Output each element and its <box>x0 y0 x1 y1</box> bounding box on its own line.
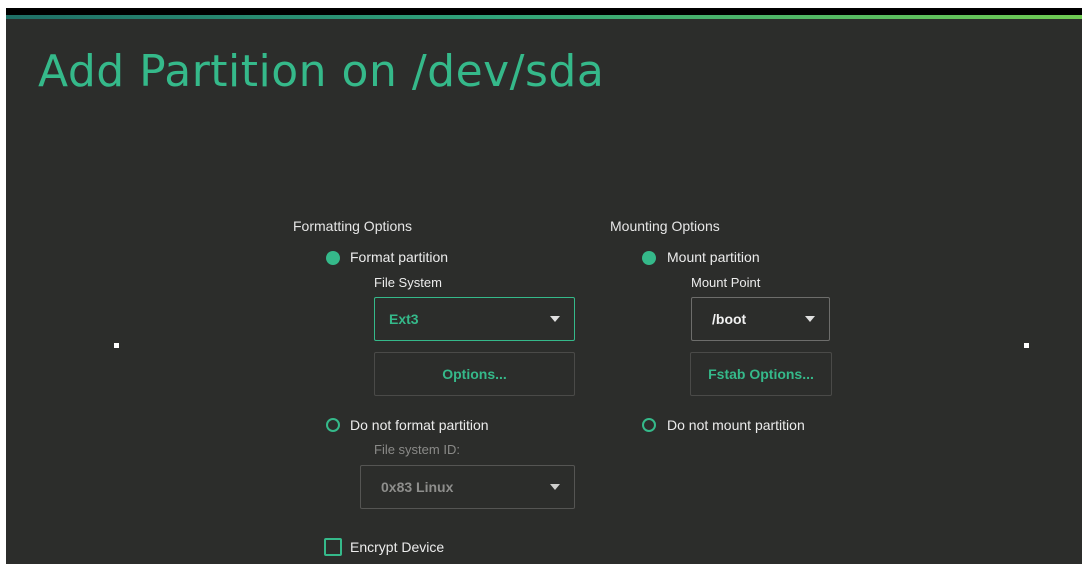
encrypt-device-label[interactable]: Encrypt Device <box>350 539 444 555</box>
mount-partition-label[interactable]: Mount partition <box>667 249 760 265</box>
page-title: Add Partition on /dev/sda <box>38 46 605 97</box>
file-system-id-select: 0x83 Linux <box>360 465 575 509</box>
installer-window: Add Partition on /dev/sda Formatting Opt… <box>6 8 1082 564</box>
top-border <box>6 8 1082 15</box>
mount-point-value: /boot <box>712 311 747 327</box>
options-button[interactable]: Options... <box>374 352 575 396</box>
file-system-label: File System <box>374 275 442 290</box>
chevron-down-icon <box>550 484 560 490</box>
mount-point-label: Mount Point <box>691 275 761 290</box>
file-system-select[interactable]: Ext3 <box>374 297 575 341</box>
fstab-options-button[interactable]: Fstab Options... <box>690 352 832 396</box>
format-partition-radio[interactable] <box>326 251 340 265</box>
do-not-mount-radio[interactable] <box>642 418 656 432</box>
file-system-id-label: File system ID: <box>374 442 460 457</box>
file-system-value: Ext3 <box>389 311 419 327</box>
file-system-id-value: 0x83 Linux <box>381 479 454 495</box>
chevron-down-icon <box>805 316 815 322</box>
do-not-format-radio[interactable] <box>326 418 340 432</box>
chevron-down-icon <box>550 316 560 322</box>
do-not-mount-label[interactable]: Do not mount partition <box>667 417 805 433</box>
mount-partition-radio[interactable] <box>642 251 656 265</box>
do-not-format-label[interactable]: Do not format partition <box>350 417 489 433</box>
mount-point-select[interactable]: /boot <box>691 297 830 341</box>
formatting-options-heading: Formatting Options <box>293 218 413 234</box>
format-partition-label[interactable]: Format partition <box>350 249 448 265</box>
right-marker-dot <box>1024 343 1029 348</box>
accent-bar <box>6 15 1082 19</box>
mounting-options-heading: Mounting Options <box>610 218 720 234</box>
encrypt-device-checkbox[interactable] <box>324 538 342 556</box>
left-marker-dot <box>114 343 119 348</box>
